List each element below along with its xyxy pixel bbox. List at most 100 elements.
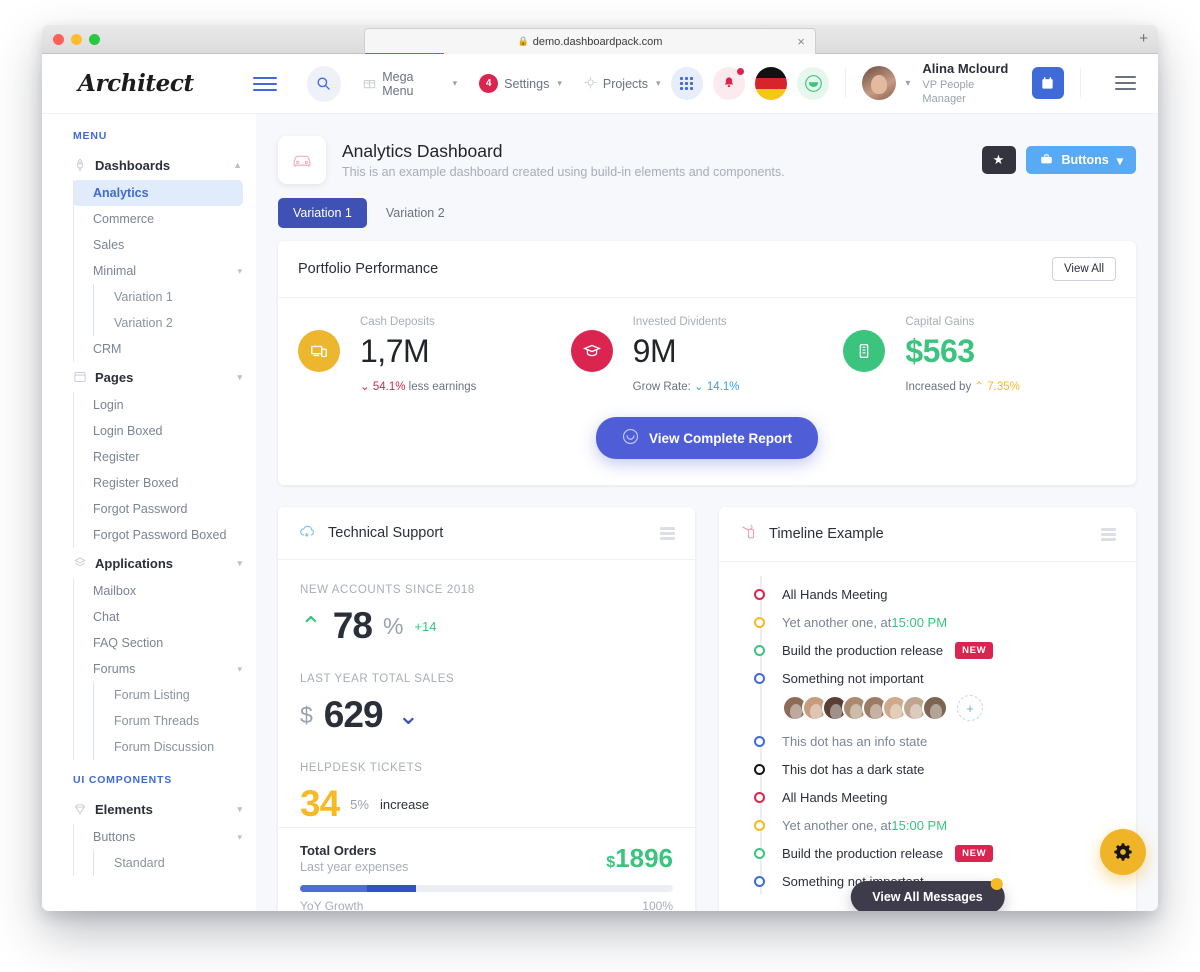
list-menu-icon[interactable] — [660, 527, 675, 540]
rocket-icon — [73, 158, 95, 172]
timeline-dot-info — [754, 673, 765, 684]
tab-variation-1[interactable]: Variation 1 — [278, 198, 367, 228]
technical-support-card: Technical Support NEW ACCOUNTS SINCE 201… — [278, 507, 695, 911]
window-controls[interactable] — [53, 34, 100, 45]
timeline-item[interactable]: Build the production release NEW — [745, 636, 1114, 664]
buttons-dropdown-button[interactable]: Buttons ▾ — [1026, 146, 1137, 174]
progress-footer: YoY Growth 100% — [300, 899, 673, 911]
calendar-icon[interactable] — [1032, 67, 1063, 99]
timeline-item[interactable]: Yet another one, at 15:00 PM — [745, 811, 1114, 839]
timeline-item[interactable]: This dot has a dark state — [745, 755, 1114, 783]
sidebar-item-forums[interactable]: Forums ▾ — [73, 656, 256, 682]
sidebar-item-pages[interactable]: Pages ▾ — [42, 362, 256, 392]
sidebar-item-variation-1[interactable]: Variation 1 — [93, 284, 256, 310]
smiley-icon[interactable] — [797, 67, 829, 100]
sidebar-item-login[interactable]: Login — [73, 392, 256, 418]
sidebar-item-commerce[interactable]: Commerce — [73, 206, 256, 232]
sidebar-item-login-boxed[interactable]: Login Boxed — [73, 418, 256, 444]
sidebar-label: Minimal — [93, 264, 136, 278]
page-actions: ★ Buttons ▾ — [982, 146, 1137, 174]
sidebar-item-analytics[interactable]: Analytics — [73, 180, 243, 206]
minimize-window-button[interactable] — [71, 34, 82, 45]
sidebar-buttons-submenu: Standard — [73, 850, 256, 876]
sidebar-item-dashboards[interactable]: Dashboards ▲ — [42, 150, 256, 180]
sidebar-item-sales[interactable]: Sales — [73, 232, 256, 258]
sidebar-item-forum-listing[interactable]: Forum Listing — [93, 682, 256, 708]
chevron-down-icon: ▾ — [237, 832, 256, 843]
timeline-text: All Hands Meeting — [782, 790, 888, 805]
view-all-messages-button[interactable]: View All Messages — [850, 881, 1004, 911]
sidebar-item-mailbox[interactable]: Mailbox — [73, 578, 256, 604]
car-icon — [278, 136, 326, 184]
chevron-up-icon: ⌃ — [300, 613, 322, 639]
sidebar-item-register[interactable]: Register — [73, 444, 256, 470]
sidebar-toggle-icon[interactable] — [253, 77, 276, 91]
sidebar-item-forum-threads[interactable]: Forum Threads — [93, 708, 256, 734]
app-logo[interactable]: Architect — [42, 70, 253, 97]
card-title: Timeline Example — [769, 526, 884, 542]
sidebar-elements-submenu: Buttons ▾ Standard — [42, 824, 256, 876]
sidebar-item-faq-section[interactable]: FAQ Section — [73, 630, 256, 656]
sidebar-item-standard[interactable]: Standard — [93, 850, 256, 876]
flag-germany-icon[interactable] — [755, 67, 787, 100]
tab-variation-2[interactable]: Variation 2 — [371, 198, 460, 228]
nav-settings[interactable]: 4 Settings ▾ — [479, 74, 562, 93]
sidebar-item-buttons[interactable]: Buttons ▾ — [73, 824, 256, 850]
stat-suffix: increase — [380, 797, 429, 812]
nav-projects[interactable]: Projects ▾ — [584, 76, 661, 92]
timeline-item[interactable]: Build the production release NEW — [745, 839, 1114, 867]
add-member-button[interactable]: + — [957, 695, 983, 721]
sidebar-item-applications[interactable]: Applications ▾ — [42, 548, 256, 578]
timeline-dot-danger — [754, 589, 765, 600]
chevron-down-icon[interactable]: ▾ — [905, 78, 910, 89]
grid-apps-icon[interactable] — [671, 67, 703, 100]
avatar[interactable] — [862, 66, 896, 100]
new-tab-button[interactable]: + — [1139, 32, 1148, 46]
avatar[interactable] — [922, 695, 948, 721]
close-icon[interactable]: × — [795, 36, 807, 48]
sidebar-item-chat[interactable]: Chat — [73, 604, 256, 630]
timeline-dot-success — [754, 848, 765, 859]
timeline-item[interactable]: This dot has an info state — [745, 727, 1114, 755]
sidebar-item-minimal[interactable]: Minimal ▾ — [73, 258, 256, 284]
timeline-dot-info — [754, 876, 765, 887]
stat-extra: +14 — [414, 619, 436, 634]
currency-symbol: $ — [606, 854, 615, 871]
kpi-foot-prefix: Grow Rate: — [633, 381, 691, 393]
list-menu-icon[interactable] — [1101, 528, 1116, 541]
browser-tab[interactable]: 🔒 demo.dashboardpack.com × — [364, 28, 816, 54]
building-icon — [843, 330, 885, 372]
browser-chrome: 🔒 demo.dashboardpack.com × + — [42, 25, 1158, 54]
maximize-window-button[interactable] — [89, 34, 100, 45]
sidebar-item-forum-discussion[interactable]: Forum Discussion — [93, 734, 256, 760]
sidebar-item-elements[interactable]: Elements ▾ — [42, 794, 256, 824]
nav-mega-menu[interactable]: Mega Menu ▾ — [363, 70, 457, 98]
close-window-button[interactable] — [53, 34, 64, 45]
progress-segment-2 — [367, 885, 415, 892]
timeline-item[interactable]: Something not important — [745, 664, 1114, 692]
sidebar-item-forgot-password[interactable]: Forgot Password — [73, 496, 256, 522]
star-icon[interactable]: ★ — [982, 146, 1016, 174]
settings-fab-button[interactable] — [1100, 829, 1146, 875]
timeline-item[interactable]: Yet another one, at 15:00 PM — [745, 608, 1114, 636]
bell-icon[interactable] — [713, 67, 745, 100]
progress-percent: 100% — [642, 899, 673, 911]
timeline-item[interactable]: All Hands Meeting — [745, 580, 1114, 608]
hamburger-menu-icon[interactable] — [1115, 76, 1136, 90]
timeline-dot-warning — [754, 617, 765, 628]
sidebar-item-variation-2[interactable]: Variation 2 — [93, 310, 256, 336]
timeline-text: Yet another one, at — [782, 818, 891, 833]
page-title: Analytics Dashboard — [342, 141, 785, 162]
divider — [1080, 68, 1081, 98]
kpi-footer: ⌄ 54.1% less earnings — [360, 379, 571, 393]
card-header: Technical Support — [278, 507, 695, 560]
sidebar-item-crm[interactable]: CRM — [73, 336, 256, 362]
view-all-button[interactable]: View All — [1052, 257, 1116, 281]
sidebar-item-forgot-password-boxed[interactable]: Forgot Password Boxed — [73, 522, 256, 548]
sidebar-item-register-boxed[interactable]: Register Boxed — [73, 470, 256, 496]
timeline-item[interactable]: All Hands Meeting — [745, 783, 1114, 811]
view-complete-report-button[interactable]: View Complete Report — [596, 417, 818, 459]
settings-badge: 4 — [479, 74, 498, 93]
search-icon[interactable] — [307, 66, 342, 102]
chevron-down-icon: ⌄ — [694, 381, 704, 393]
